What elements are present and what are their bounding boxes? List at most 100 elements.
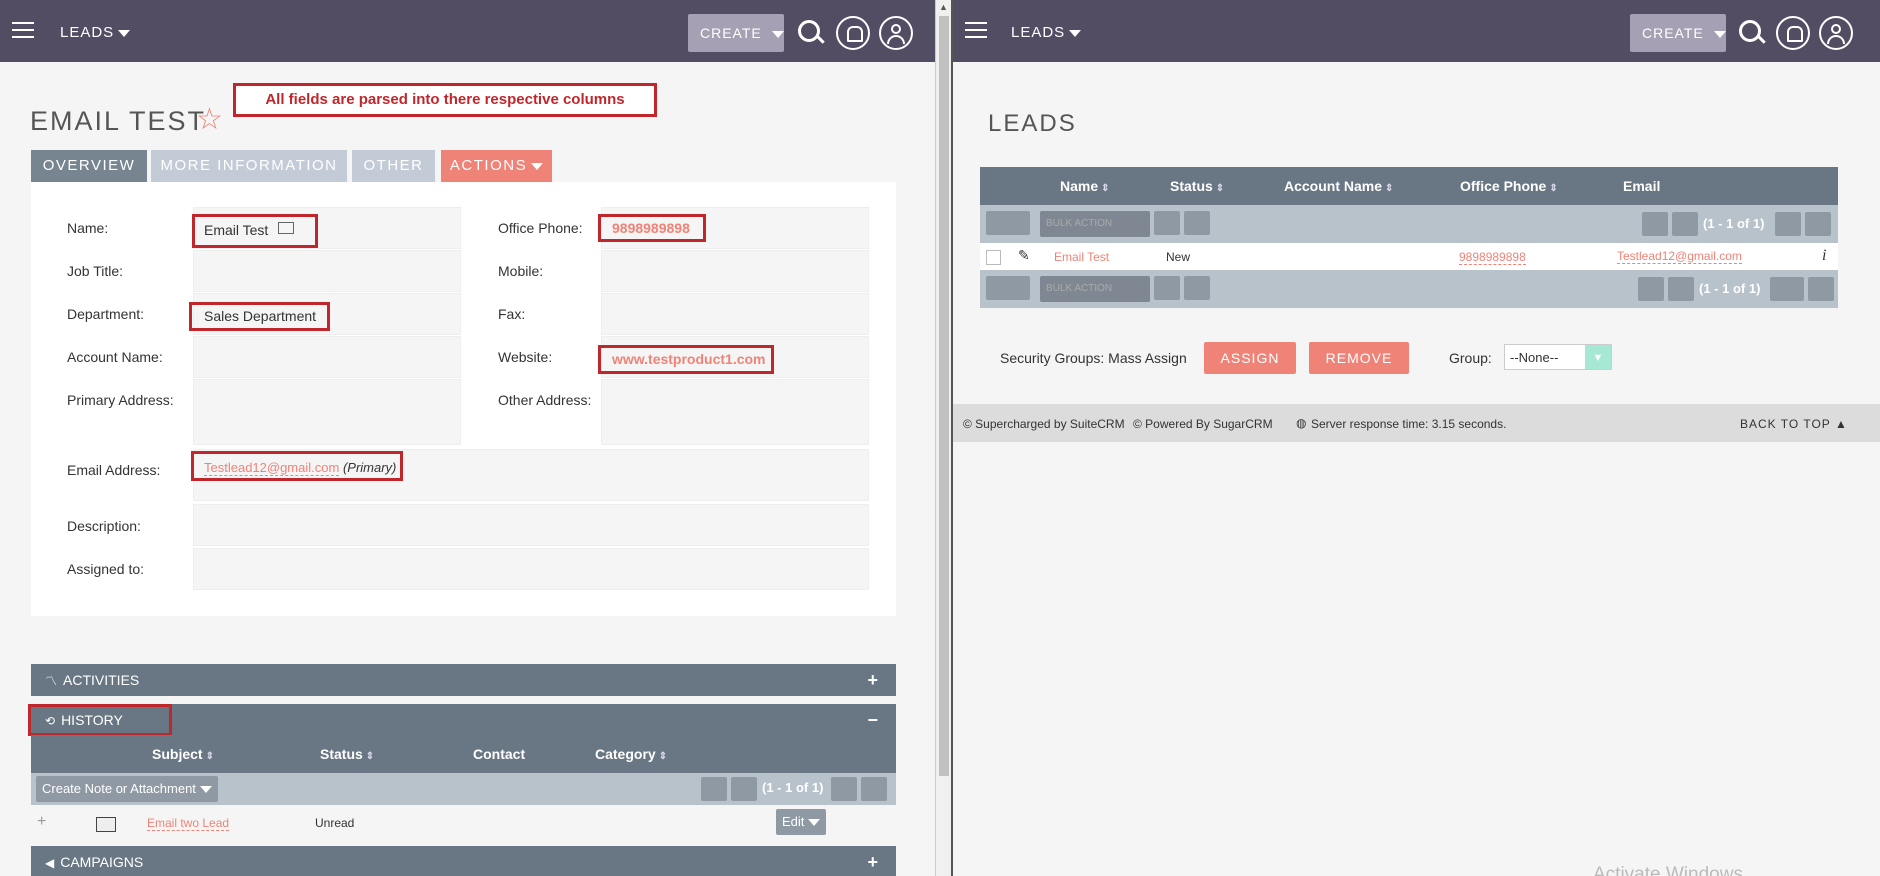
edit-button[interactable]: Edit bbox=[776, 809, 827, 835]
column-account-name[interactable]: Account Name ⇕ bbox=[1284, 178, 1393, 194]
first-page-button[interactable] bbox=[701, 777, 727, 801]
top-nav: LEADS CREATE bbox=[0, 0, 935, 62]
group-select[interactable]: --None-- ▼ bbox=[1504, 344, 1612, 370]
create-button[interactable]: CREATE bbox=[1630, 14, 1726, 52]
notification-icon[interactable] bbox=[836, 16, 870, 50]
column-subject[interactable]: Subject ⇕ bbox=[152, 746, 214, 762]
footer-sugarcrm[interactable]: © Powered By SugarCRM bbox=[1133, 417, 1273, 431]
sort-icon: ⇕ bbox=[365, 751, 375, 762]
column-status[interactable]: Status ⇕ bbox=[320, 746, 374, 762]
next-page-button[interactable] bbox=[1770, 277, 1804, 301]
search-icon[interactable] bbox=[798, 20, 820, 42]
back-to-top-link[interactable]: BACK TO TOP ▲ bbox=[1740, 417, 1848, 431]
user-icon[interactable] bbox=[879, 16, 913, 50]
expand-icon[interactable]: + bbox=[867, 846, 878, 876]
chevron-down-icon bbox=[1713, 30, 1726, 38]
first-page-button[interactable] bbox=[1642, 212, 1668, 236]
module-menu[interactable]: LEADS bbox=[1011, 24, 1082, 41]
notification-icon[interactable] bbox=[1776, 16, 1810, 50]
bulk-action-button[interactable]: BULK ACTION bbox=[1040, 276, 1150, 302]
column-office-phone[interactable]: Office Phone ⇕ bbox=[1460, 178, 1558, 194]
first-page-button[interactable] bbox=[1638, 277, 1664, 301]
info-icon[interactable]: i bbox=[1822, 247, 1826, 265]
vertical-scrollbar[interactable]: ▲ bbox=[935, 0, 953, 876]
last-page-button[interactable] bbox=[1805, 212, 1831, 236]
footer-response-time: Server response time: 3.15 seconds. bbox=[1311, 417, 1507, 431]
column-account-name-label: Account Name bbox=[1284, 178, 1383, 194]
plus-icon[interactable]: + bbox=[37, 813, 46, 831]
column-status[interactable]: Status ⇕ bbox=[1170, 178, 1224, 194]
lead-office-phone[interactable]: 9898989898 bbox=[1459, 250, 1526, 265]
lead-email-link[interactable]: Testlead12@gmail.com bbox=[1617, 249, 1742, 264]
lead-name-link[interactable]: Email Test bbox=[1054, 250, 1109, 264]
column-chooser-icon[interactable] bbox=[1184, 211, 1210, 235]
create-button[interactable]: CREATE bbox=[688, 14, 784, 52]
mobile-field bbox=[601, 250, 869, 292]
filter-icon[interactable] bbox=[1154, 211, 1180, 235]
menu-icon[interactable] bbox=[12, 22, 34, 38]
chevron-down-icon bbox=[531, 162, 544, 170]
user-icon[interactable] bbox=[1819, 16, 1853, 50]
select-checkbox-dropdown[interactable] bbox=[986, 276, 1030, 300]
favorite-star-icon[interactable]: ☆ bbox=[196, 102, 223, 137]
history-subject-link[interactable]: Email two Lead bbox=[147, 816, 230, 831]
column-name-label: Name bbox=[1060, 178, 1099, 194]
annotation-name bbox=[192, 214, 318, 248]
caret-up-icon: ▲ bbox=[1834, 417, 1848, 431]
sort-icon: ⇕ bbox=[1101, 183, 1110, 194]
sort-icon: ⇕ bbox=[1549, 183, 1558, 194]
column-contact: Contact bbox=[473, 746, 526, 762]
column-status-label: Status bbox=[1170, 178, 1213, 194]
tab-more-information[interactable]: MORE INFORMATION bbox=[151, 150, 347, 182]
table-row: ✎ Email Test New 9898989898 Testlead12@g… bbox=[980, 243, 1838, 270]
actions-label: ACTIONS bbox=[449, 157, 528, 174]
job-title-label: Job Title: bbox=[67, 263, 124, 279]
campaigns-subpanel-header[interactable]: ◀ CAMPAIGNS + bbox=[31, 846, 896, 876]
annotation-callout: All fields are parsed into there respect… bbox=[233, 83, 657, 117]
pagination-text: (1 - 1 of 1) bbox=[762, 780, 824, 795]
last-page-button[interactable] bbox=[1808, 277, 1834, 301]
tab-other[interactable]: OTHER bbox=[352, 150, 435, 182]
remove-button[interactable]: REMOVE bbox=[1309, 342, 1409, 374]
chevron-down-icon bbox=[808, 819, 821, 827]
next-page-button[interactable] bbox=[1775, 212, 1801, 236]
next-page-button[interactable] bbox=[831, 777, 857, 801]
scroll-thumb[interactable] bbox=[939, 16, 949, 776]
page-title: LEADS bbox=[988, 110, 1077, 137]
last-page-button[interactable] bbox=[861, 777, 887, 801]
pagination-text: (1 - 1 of 1) bbox=[1703, 216, 1765, 231]
column-category[interactable]: Category ⇕ bbox=[595, 746, 667, 762]
filter-icon[interactable] bbox=[1154, 276, 1180, 300]
tab-actions[interactable]: ACTIONS bbox=[441, 150, 552, 182]
bulk-action-label: BULK ACTION bbox=[1046, 283, 1113, 294]
expand-icon[interactable]: + bbox=[867, 664, 878, 696]
sort-icon: ⇕ bbox=[205, 751, 214, 762]
campaign-icon: ◀ bbox=[45, 856, 55, 870]
collapse-icon[interactable]: − bbox=[867, 704, 878, 736]
edit-pencil-icon[interactable]: ✎ bbox=[1018, 247, 1030, 264]
chevron-down-icon bbox=[199, 786, 212, 794]
column-name[interactable]: Name ⇕ bbox=[1060, 178, 1110, 194]
detail-panel: Name: Email Test Office Phone: 989898989… bbox=[31, 182, 896, 616]
module-menu[interactable]: LEADS bbox=[60, 24, 131, 41]
footer-suitecrm[interactable]: © Supercharged by SuiteCRM bbox=[963, 417, 1125, 431]
prev-page-button[interactable] bbox=[1672, 212, 1698, 236]
mobile-label: Mobile: bbox=[498, 263, 544, 279]
prev-page-button[interactable] bbox=[1668, 277, 1694, 301]
page-title: EMAIL TEST bbox=[30, 106, 207, 136]
menu-icon[interactable] bbox=[965, 22, 987, 38]
annotation-office-phone bbox=[598, 214, 706, 242]
column-chooser-icon[interactable] bbox=[1184, 276, 1210, 300]
bulk-action-button[interactable]: BULK ACTION bbox=[1040, 211, 1150, 237]
prev-page-button[interactable] bbox=[731, 777, 757, 801]
assign-button[interactable]: ASSIGN bbox=[1204, 342, 1296, 374]
right-window: LEADS CREATE LEADS Name ⇕ Status ⇕ Account… bbox=[953, 0, 1880, 876]
scroll-up-icon[interactable]: ▲ bbox=[939, 2, 948, 12]
row-checkbox[interactable] bbox=[986, 250, 1001, 265]
create-note-button[interactable]: Create Note or Attachment bbox=[36, 776, 218, 802]
select-checkbox-dropdown[interactable] bbox=[986, 211, 1030, 235]
search-icon[interactable] bbox=[1739, 20, 1761, 42]
activities-subpanel-header[interactable]: 〽 ACTIVITIES + bbox=[31, 664, 896, 696]
tab-overview[interactable]: OVERVIEW bbox=[31, 150, 147, 182]
annotation-website bbox=[598, 345, 774, 374]
